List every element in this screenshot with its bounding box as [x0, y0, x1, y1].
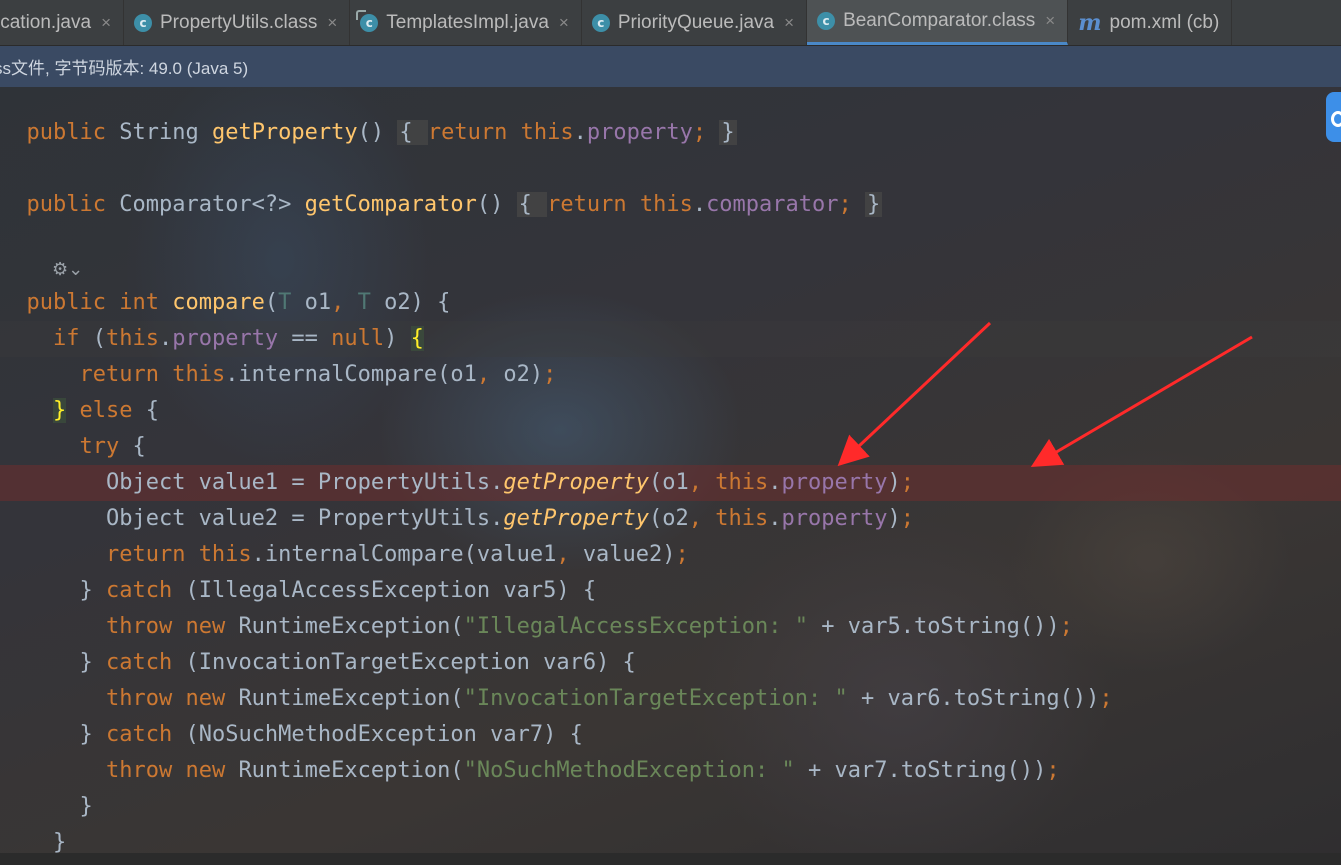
class-icon: c [134, 13, 152, 32]
tab-propertyutils-class[interactable]: c PropertyUtils.class × [124, 0, 351, 45]
code-line-15: } catch (NoSuchMethodException var7) { [79, 722, 583, 747]
code-line-16: throw new RuntimeException("NoSuchMethod… [105, 758, 1060, 783]
code-line-14: throw new RuntimeException("InvocationTa… [105, 686, 1113, 711]
tab-beancomparator-class[interactable]: c BeanComparator.class × [807, 0, 1069, 45]
code-line-12: throw new RuntimeException("IllegalAcces… [105, 614, 1073, 639]
modified-class-icon: c [356, 9, 379, 32]
close-icon[interactable]: × [327, 13, 337, 33]
code-line-17: } [79, 794, 93, 819]
code-line-2: public Comparator<?> getComparator() { r… [26, 192, 883, 217]
code-editor[interactable]: public String getProperty() { return thi… [0, 87, 1341, 865]
code-line-1: public String getProperty() { return thi… [26, 120, 737, 145]
tab-label: ication.java [0, 11, 92, 33]
close-icon[interactable]: × [559, 13, 569, 33]
code-line-5: return this.internalCompare(o1, o2); [79, 362, 557, 387]
tab-templatesimpl-java[interactable]: c TemplatesImpl.java × [350, 0, 582, 45]
code-line-13: } catch (InvocationTargetException var6)… [79, 650, 636, 675]
editor-bottom-edge [0, 853, 1341, 865]
tab-label: PriorityQueue.java [617, 11, 775, 33]
close-icon[interactable]: × [784, 13, 794, 33]
chevron-down-icon: ⌄ [68, 259, 84, 280]
gear-icon: ⚙ [52, 259, 69, 280]
maven-icon: m [1078, 9, 1102, 36]
tab-application-java[interactable]: ication.java × [0, 0, 124, 45]
close-icon[interactable]: × [101, 13, 111, 33]
code-line-8-breakpoint: Object value1 = PropertyUtils.getPropert… [0, 465, 1341, 501]
tab-priorityqueue-java[interactable]: c PriorityQueue.java × [582, 0, 808, 45]
class-icon: c [817, 12, 836, 30]
tab-label: TemplatesImpl.java [386, 11, 549, 33]
info-bar-text: ss文件, 字节码版本: 49.0 (Java 5) [0, 59, 249, 78]
code-line-4: if (this.property == null) { [0, 321, 1341, 357]
class-icon: c [591, 13, 610, 32]
implementation-gutter-icon[interactable]: ⚙⌄ [52, 259, 83, 280]
tab-pom-xml[interactable]: m pom.xml (cb) [1068, 0, 1233, 45]
code-line-3: public int compare(T o1, T o2) { [26, 290, 451, 315]
code-line-11: } catch (IllegalAccessException var5) { [79, 578, 597, 603]
tab-label: pom.xml (cb) [1109, 11, 1220, 33]
close-icon[interactable]: × [1045, 11, 1055, 31]
tab-label: BeanComparator.class [843, 10, 1036, 31]
decompiled-class-info-bar: ss文件, 字节码版本: 49.0 (Java 5) [0, 46, 1341, 87]
code-line-9: Object value2 = PropertyUtils.getPropert… [105, 506, 914, 531]
code-line-7: try { [79, 434, 146, 459]
tab-label: PropertyUtils.class [160, 11, 318, 33]
editor-tab-bar: ication.java × c PropertyUtils.class × c… [0, 0, 1341, 46]
code-line-10: return this.internalCompare(value1, valu… [105, 542, 689, 567]
code-line-6: } else { [52, 398, 159, 423]
